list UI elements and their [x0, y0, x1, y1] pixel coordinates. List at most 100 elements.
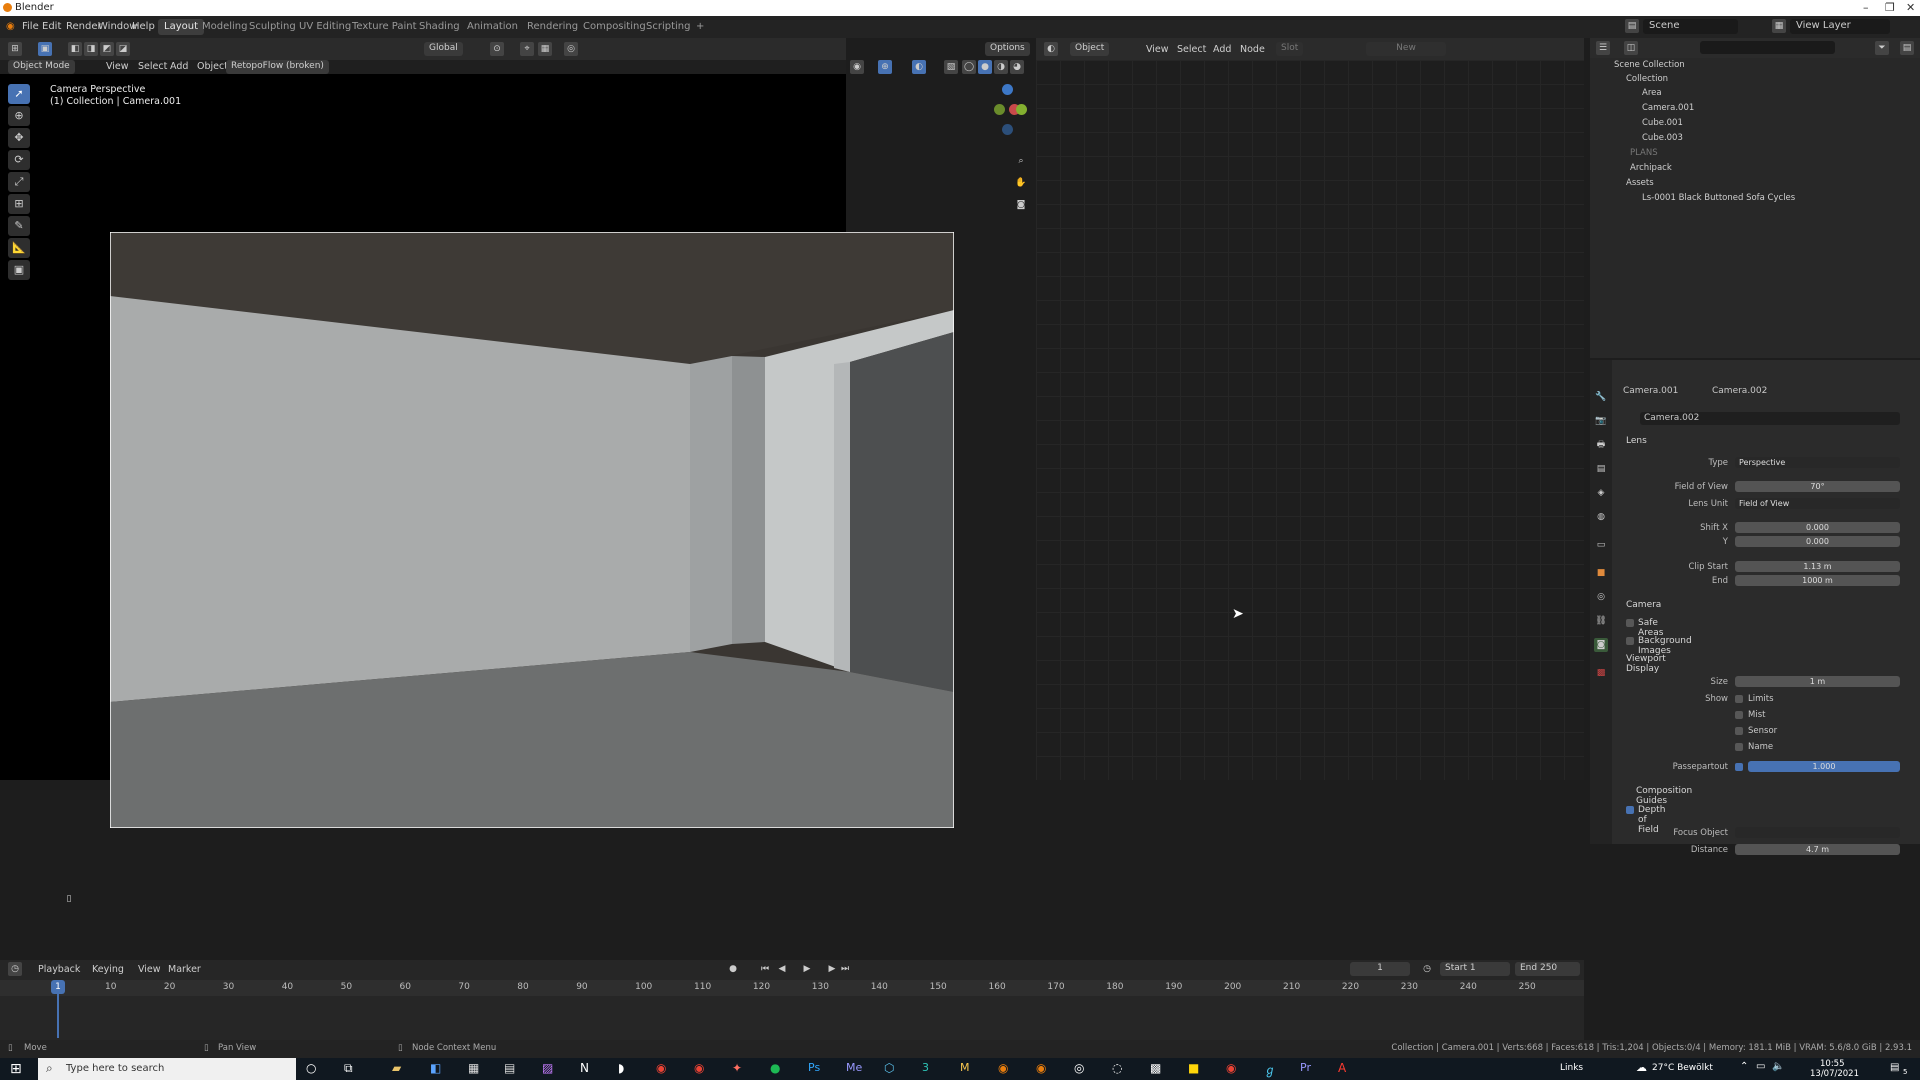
app-icon-9[interactable]: M	[960, 1061, 970, 1074]
proportional-edit-icon[interactable]: ◎	[564, 42, 578, 56]
viewport-display-section[interactable]: Viewport Display	[1626, 654, 1666, 674]
dof-checkbox[interactable]	[1626, 806, 1634, 814]
new-material-button[interactable]: New	[1366, 42, 1446, 56]
sensor-checkbox[interactable]	[1735, 727, 1743, 735]
gizmo-z-negative-icon[interactable]	[1002, 124, 1013, 135]
pan-icon[interactable]: ✋	[1014, 176, 1028, 190]
marker-menu[interactable]: Marker	[168, 964, 201, 975]
tray-chevron-icon[interactable]: ⌃	[1740, 1061, 1748, 1072]
bg-images-section[interactable]: Background Images	[1638, 636, 1692, 656]
add-workspace-icon[interactable]: +	[690, 19, 710, 35]
play-icon[interactable]: ▶	[800, 962, 814, 976]
outliner-row-assets[interactable]: Assets	[1614, 178, 1882, 190]
shift-x-field[interactable]: 0.000	[1735, 522, 1900, 533]
app-icon-10[interactable]: ◎	[1074, 1061, 1084, 1075]
annotate-tool-icon[interactable]: ✎	[8, 216, 30, 236]
blender-menu-icon[interactable]: ◉	[6, 21, 15, 32]
view-layer-selector[interactable]: View Layer	[1790, 19, 1890, 34]
menu-help[interactable]: Help	[132, 21, 155, 32]
gizmo-y-positive-icon[interactable]	[1016, 104, 1027, 115]
sticky-notes-icon[interactable]: ■	[1188, 1061, 1199, 1075]
select-mode-extend-icon[interactable]: ◨	[84, 42, 98, 56]
scene-tab-icon[interactable]: ◈	[1594, 486, 1608, 500]
windows-start-icon[interactable]: ⊞	[10, 1061, 22, 1077]
keying-menu[interactable]: Keying	[92, 964, 124, 975]
gizmo-z-icon[interactable]	[1002, 84, 1013, 95]
render-tab-icon[interactable]: 📷	[1594, 414, 1608, 428]
camera-section[interactable]: Camera	[1626, 600, 1661, 610]
jump-start-icon[interactable]: ⏮	[758, 962, 772, 976]
scale-tool-icon[interactable]: ⤢	[8, 172, 30, 192]
safe-areas-checkbox[interactable]	[1626, 619, 1634, 627]
acrobat-icon[interactable]: A	[1338, 1061, 1346, 1075]
timeline-type-icon[interactable]: ◷	[8, 962, 22, 976]
overlay-icon[interactable]: ◐	[912, 60, 926, 74]
viewport-add-menu[interactable]: Add	[170, 61, 188, 72]
new-collection-icon[interactable]: ▤	[1900, 41, 1914, 55]
node-select-menu[interactable]: Select	[1177, 44, 1206, 55]
display-mode-icon[interactable]: ◫	[1624, 41, 1638, 55]
texture-tab-icon[interactable]: ▩	[1594, 666, 1608, 680]
record-icon[interactable]: ●	[726, 962, 740, 976]
node-editor[interactable]: ➤	[1036, 60, 1584, 780]
limits-checkbox[interactable]	[1735, 695, 1743, 703]
store-icon[interactable]: ▩	[1150, 1061, 1161, 1075]
camera-data-tab-icon[interactable]: ◙	[1594, 638, 1608, 652]
mist-checkbox[interactable]	[1735, 711, 1743, 719]
filter-icon[interactable]: ⏷	[1875, 41, 1889, 55]
menu-file[interactable]: File	[22, 21, 39, 32]
menu-edit[interactable]: Edit	[42, 21, 61, 32]
lens-unit-dropdown[interactable]: Field of View	[1735, 498, 1900, 509]
outliner-row-cube001[interactable]: Cube.001	[1624, 118, 1892, 130]
outliner-row-archipack[interactable]: Archipack	[1614, 163, 1882, 175]
start-frame-field[interactable]: Start 1	[1440, 962, 1510, 976]
composition-guides-section[interactable]: Composition Guides	[1636, 786, 1692, 806]
passepartout-field[interactable]: 1.000	[1748, 761, 1900, 772]
snap-target-icon[interactable]: ▦	[538, 42, 552, 56]
tool-tab-icon[interactable]: 🔧	[1594, 390, 1608, 404]
menu-render[interactable]: Render	[66, 21, 102, 32]
cursor-tool-icon[interactable]: ⊕	[8, 106, 30, 126]
tab-rendering[interactable]: Rendering	[521, 19, 584, 35]
restore-icon[interactable]: ❐	[1885, 1, 1895, 14]
retopoflow-dropdown[interactable]: RetopoFlow (broken)	[226, 60, 329, 74]
collection-tab-icon[interactable]: ▭	[1594, 538, 1608, 552]
chrome-icon[interactable]: ◉	[656, 1061, 666, 1075]
app-icon-3[interactable]: ▨	[542, 1061, 553, 1075]
distance-field[interactable]: 4.7 m	[1735, 844, 1900, 855]
app-icon-8[interactable]: 3	[922, 1061, 929, 1074]
outliner-row-plans[interactable]: PLANS	[1614, 148, 1882, 160]
move-tool-icon[interactable]: ✥	[8, 128, 30, 148]
playback-menu[interactable]: Playback	[38, 964, 80, 975]
output-tab-icon[interactable]: 🖶	[1594, 438, 1608, 452]
chrome-icon-2[interactable]: ◉	[694, 1061, 704, 1075]
tab-shading[interactable]: Shading	[413, 19, 466, 35]
file-explorer-icon[interactable]: ▰	[392, 1061, 401, 1075]
transform-tool-icon[interactable]: ⊞	[8, 194, 30, 214]
app-icon-12[interactable]: ℊ	[1264, 1061, 1276, 1078]
outliner-root[interactable]: Scene Collection	[1604, 60, 1872, 72]
outliner-row-cube003[interactable]: Cube.003	[1624, 133, 1892, 145]
viewport-object-menu[interactable]: Object	[197, 61, 228, 72]
passepartout-checkbox[interactable]	[1735, 763, 1743, 771]
calculator-icon[interactable]: ▦	[468, 1061, 479, 1075]
clock-date[interactable]: 13/07/2021	[1810, 1069, 1859, 1079]
zoom-icon[interactable]: ⌕	[1014, 154, 1028, 168]
shading-rendered-icon[interactable]: ◕	[1010, 60, 1024, 74]
playhead[interactable]: 1	[51, 980, 65, 994]
chrome-icon-3[interactable]: ◉	[1226, 1061, 1236, 1075]
rotate-tool-icon[interactable]: ⟳	[8, 150, 30, 170]
type-dropdown[interactable]: Perspective	[1735, 457, 1900, 468]
camera-view-icon[interactable]: ◙	[1014, 198, 1028, 212]
3d-viewport[interactable]: Camera Perspective (1) Collection | Came…	[0, 74, 1027, 904]
safe-areas-section[interactable]: Safe Areas	[1638, 618, 1663, 638]
clip-end-field[interactable]: 1000 m	[1735, 575, 1900, 586]
node-view-menu[interactable]: View	[1146, 44, 1169, 55]
volume-icon[interactable]: 🔈	[1772, 1061, 1784, 1072]
select-mode-invert-icon[interactable]: ◪	[116, 42, 130, 56]
shading-material-icon[interactable]: ◑	[994, 60, 1008, 74]
app-icon-4[interactable]: N	[580, 1061, 589, 1075]
gizmo-y-icon[interactable]	[994, 104, 1005, 115]
tab-texture-paint[interactable]: Texture Paint	[346, 19, 423, 35]
end-frame-field[interactable]: End 250	[1515, 962, 1580, 976]
